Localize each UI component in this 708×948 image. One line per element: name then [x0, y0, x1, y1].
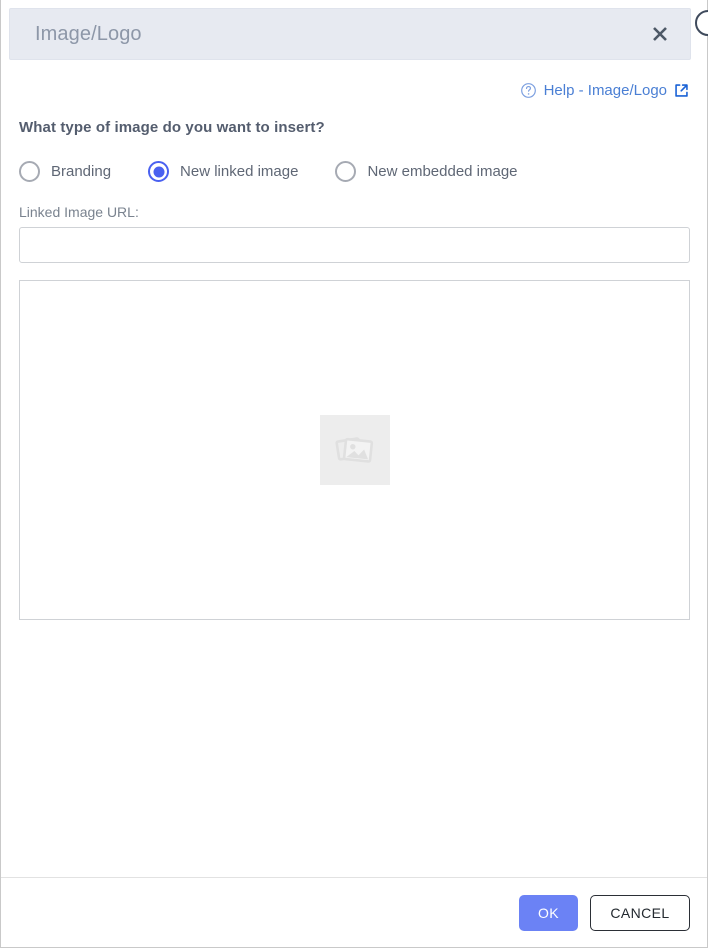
linked-image-url-input[interactable] [19, 227, 690, 263]
radio-mark-new-linked-image [148, 161, 170, 182]
help-row: Help - Image/Logo [19, 82, 690, 99]
ok-button[interactable]: OK [518, 894, 578, 931]
form-question: What type of image do you want to insert… [19, 119, 325, 136]
radio-mark-branding [19, 161, 40, 182]
close-button[interactable] [647, 21, 673, 47]
radio-option-new-linked-image[interactable]: New linked image [148, 161, 298, 182]
close-x-icon [650, 24, 670, 44]
radio-option-branding[interactable]: Branding [19, 161, 111, 182]
help-link-label: Help - Image/Logo [543, 82, 667, 99]
dialog-title: Image/Logo [35, 22, 142, 45]
image-preview-box[interactable] [19, 280, 690, 620]
dialog-titlebar: Image/Logo [9, 8, 691, 60]
radio-label-new-embedded-image: New embedded image [367, 163, 518, 180]
circle-badge-icon [695, 10, 708, 36]
radio-label-new-linked-image: New linked image [180, 163, 299, 180]
image-type-radio-group: Branding New linked image New embedded i… [19, 161, 690, 182]
radio-label-branding: Branding [51, 163, 112, 180]
radio-option-new-embedded-image[interactable]: New embedded image [335, 161, 518, 182]
external-link-icon [674, 83, 689, 98]
question-circle-icon [520, 82, 537, 99]
dialog-body: Help - Image/Logo What type of image do … [1, 60, 707, 877]
dialog-footer: OK CANCEL [1, 877, 707, 947]
linked-image-url-label: Linked Image URL: [19, 204, 139, 220]
broken-image-icon [319, 415, 390, 485]
cancel-button[interactable]: CANCEL [590, 894, 690, 931]
image-logo-dialog: Image/Logo Help - Image/Logo What type o… [0, 0, 708, 948]
help-link[interactable]: Help - Image/Logo [520, 82, 689, 99]
radio-mark-new-embedded-image [335, 161, 357, 182]
